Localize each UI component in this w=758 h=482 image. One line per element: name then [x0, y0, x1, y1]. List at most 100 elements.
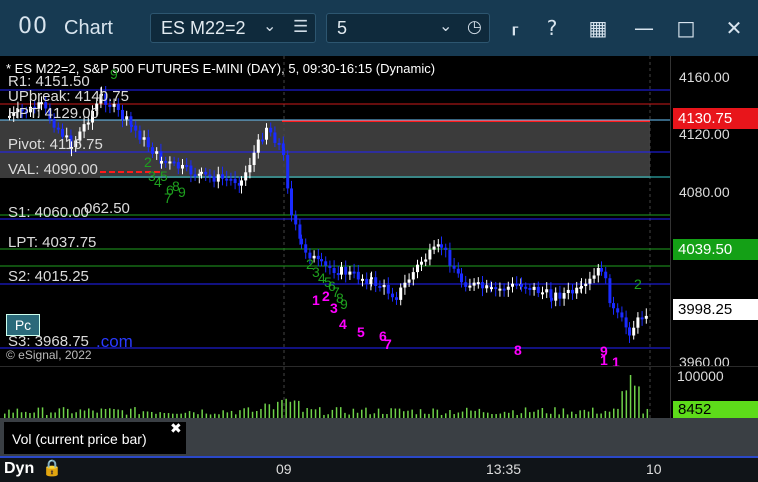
candle: [612, 303, 615, 309]
candle: [624, 317, 628, 328]
candle: [298, 224, 302, 239]
candle: [121, 109, 124, 120]
candle: [204, 171, 208, 175]
pc-button[interactable]: Pc: [6, 314, 40, 336]
candle: [636, 317, 640, 328]
candle: [361, 278, 364, 281]
volume-tick: 100000: [677, 368, 724, 384]
candle: [155, 151, 159, 154]
close-study-icon[interactable]: ✖: [170, 420, 182, 437]
candle: [448, 250, 452, 266]
candle: [229, 178, 233, 181]
candle: [269, 127, 273, 133]
candle: [620, 312, 624, 318]
candle: [168, 161, 172, 164]
candle: [424, 259, 428, 262]
menu-icon[interactable]: ☰: [293, 17, 308, 37]
time-axis[interactable]: Dyn 🔒 09 13:35 10: [0, 456, 758, 482]
candle: [304, 244, 308, 253]
candle: [225, 178, 229, 181]
candle: [160, 160, 163, 164]
candle: [481, 282, 484, 289]
volume-badge: 8452: [673, 401, 758, 419]
candle: [248, 165, 252, 173]
candle: [348, 271, 352, 275]
grid-icon[interactable]: 00: [18, 14, 48, 39]
symbol-value: ES M22=2: [161, 18, 246, 38]
study-label-box[interactable]: Vol (current price bar) ✖: [4, 420, 186, 454]
volume-bar: [285, 398, 287, 419]
count-label: 9: [178, 184, 186, 200]
candle: [524, 286, 528, 289]
candle: [197, 173, 201, 176]
candle: [532, 286, 536, 290]
candle: [468, 285, 472, 288]
help-button[interactable]: ?: [538, 13, 566, 43]
candle: [498, 288, 502, 291]
val-label: VAL: 4090.00: [8, 161, 98, 178]
candle: [440, 244, 443, 248]
time-tick: 13:35: [486, 461, 522, 477]
candle: [86, 122, 90, 125]
candle: [320, 259, 323, 262]
candle: [370, 277, 373, 280]
candle: [316, 255, 320, 260]
volume-canvas: [4, 367, 651, 419]
candle: [472, 282, 476, 286]
candle: [399, 287, 403, 300]
candle: [294, 215, 298, 225]
candle: [528, 287, 532, 290]
template-icon[interactable]: ▦: [584, 13, 612, 43]
candle: [416, 264, 419, 273]
title-bar: 00 Chart ES M22=2 ⌄ ☰ 5 ⌄ ◷ ┎ ? ▦ — □ ✕: [0, 0, 758, 56]
candle: [252, 152, 256, 166]
maximize-button[interactable]: □: [672, 13, 700, 43]
candle: [571, 289, 574, 294]
candle: [172, 161, 176, 164]
minimize-button[interactable]: —: [630, 13, 658, 43]
candle: [506, 286, 510, 290]
interval-value: 5: [337, 18, 348, 38]
volume-bar: [625, 390, 628, 419]
candle: [403, 282, 407, 288]
candle: [558, 292, 562, 299]
candle: [407, 279, 411, 283]
candle: [550, 297, 553, 301]
volume-bars: [4, 375, 649, 419]
candle: [588, 278, 592, 284]
chevron-down-icon[interactable]: ⌄: [263, 16, 276, 36]
price-axis[interactable]: 4160.00 4120.00 4080.00 3960.00 4130.75 …: [670, 56, 758, 370]
candle: [164, 160, 168, 163]
candle: [420, 261, 423, 265]
price-chart[interactable]: * ES M22=2, S&P 500 FUTURES E-MINI (DAY)…: [0, 56, 670, 366]
price-tick: 4080.00: [679, 184, 730, 200]
pin-icon[interactable]: ┎: [500, 13, 528, 43]
clock-icon[interactable]: ◷: [467, 17, 482, 37]
price-badge-red: 4130.75: [673, 108, 758, 129]
symbol-selector[interactable]: ES M22=2 ⌄ ☰: [150, 13, 316, 43]
interval-selector[interactable]: 5 ⌄ ◷: [326, 13, 490, 43]
lock-icon[interactable]: 🔒: [42, 458, 62, 478]
candle: [382, 284, 386, 288]
volume-axis[interactable]: 100000 8452: [670, 366, 758, 419]
volume-bar: [621, 391, 623, 419]
candle: [616, 308, 620, 313]
volume-bar: [281, 399, 283, 419]
candle: [344, 266, 348, 275]
volume-bar: [293, 400, 296, 419]
candle: [286, 155, 290, 189]
volume-bar: [634, 385, 636, 419]
candle: [554, 292, 558, 301]
chevron-down-icon[interactable]: ⌄: [439, 16, 452, 36]
candle: [378, 285, 382, 288]
dyn-label[interactable]: Dyn: [4, 460, 34, 478]
candle: [592, 275, 596, 279]
close-button[interactable]: ✕: [720, 13, 748, 43]
candle: [261, 139, 264, 142]
candle: [436, 244, 440, 247]
candle: [125, 116, 129, 120]
last-price-badge: 3998.25: [673, 299, 758, 320]
count-label: 2: [634, 276, 642, 292]
candle: [444, 247, 448, 251]
volume-pane[interactable]: [0, 366, 670, 419]
